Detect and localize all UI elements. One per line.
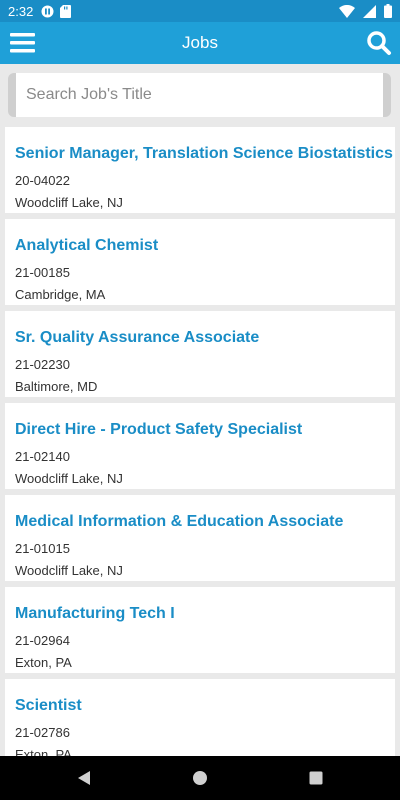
- home-circle-icon: [193, 771, 207, 785]
- job-card[interactable]: Medical Information & Education Associat…: [5, 495, 395, 581]
- job-card[interactable]: Direct Hire - Product Safety Specialist …: [5, 403, 395, 489]
- search-box: [8, 73, 400, 117]
- job-location: Exton, PA: [15, 655, 72, 670]
- job-card[interactable]: Scientist 21-02786 Exton, PA: [5, 679, 395, 756]
- system-nav-bar: [0, 756, 400, 800]
- job-title[interactable]: Medical Information & Education Associat…: [15, 513, 343, 531]
- job-location: Woodcliff Lake, NJ: [15, 471, 123, 486]
- job-title[interactable]: Senior Manager, Translation Science Bios…: [15, 145, 393, 163]
- back-button[interactable]: [74, 768, 94, 788]
- back-triangle-icon: [78, 771, 90, 785]
- job-card[interactable]: Senior Manager, Translation Science Bios…: [5, 127, 395, 213]
- battery-icon: [384, 4, 392, 18]
- wifi-icon: [339, 4, 355, 18]
- job-location: Woodcliff Lake, NJ: [15, 563, 123, 578]
- status-bar: 2:32: [0, 0, 400, 22]
- job-title[interactable]: Manufacturing Tech I: [15, 605, 175, 623]
- job-title[interactable]: Sr. Quality Assurance Associate: [15, 329, 259, 347]
- app-bar: Jobs: [0, 22, 400, 64]
- job-card[interactable]: Sr. Quality Assurance Associate 21-02230…: [5, 311, 395, 397]
- recents-button[interactable]: [306, 768, 326, 788]
- job-location: Baltimore, MD: [15, 379, 98, 394]
- page-title: Jobs: [182, 33, 218, 52]
- job-code: 21-02140: [15, 449, 70, 464]
- search-button[interactable]: [366, 30, 392, 56]
- job-code: 20-04022: [15, 173, 70, 188]
- job-title[interactable]: Scientist: [15, 697, 82, 715]
- job-location: Exton, PA: [15, 747, 72, 756]
- job-card[interactable]: Manufacturing Tech I 21-02964 Exton, PA: [5, 587, 395, 673]
- search-icon: [367, 31, 391, 55]
- job-code: 21-01015: [15, 541, 70, 556]
- job-card[interactable]: Analytical Chemist 21-00185 Cambridge, M…: [5, 219, 395, 305]
- job-location: Woodcliff Lake, NJ: [15, 195, 123, 210]
- job-title[interactable]: Direct Hire - Product Safety Specialist: [15, 421, 302, 439]
- home-button[interactable]: [190, 768, 210, 788]
- job-code: 21-00185: [15, 265, 70, 280]
- job-list: Senior Manager, Translation Science Bios…: [0, 122, 400, 756]
- recents-square-icon: [309, 771, 323, 785]
- status-time: 2:32: [8, 3, 34, 19]
- job-code: 21-02964: [15, 633, 70, 648]
- search-bar-container: [0, 64, 400, 122]
- job-code: 21-02786: [15, 725, 70, 740]
- job-location: Cambridge, MA: [15, 287, 106, 302]
- signal-icon: [363, 4, 376, 18]
- job-title[interactable]: Analytical Chemist: [15, 237, 158, 255]
- search-input[interactable]: [16, 73, 400, 117]
- pause-icon: [41, 5, 54, 17]
- sd-card-icon: [60, 4, 72, 18]
- job-code: 21-02230: [15, 357, 70, 372]
